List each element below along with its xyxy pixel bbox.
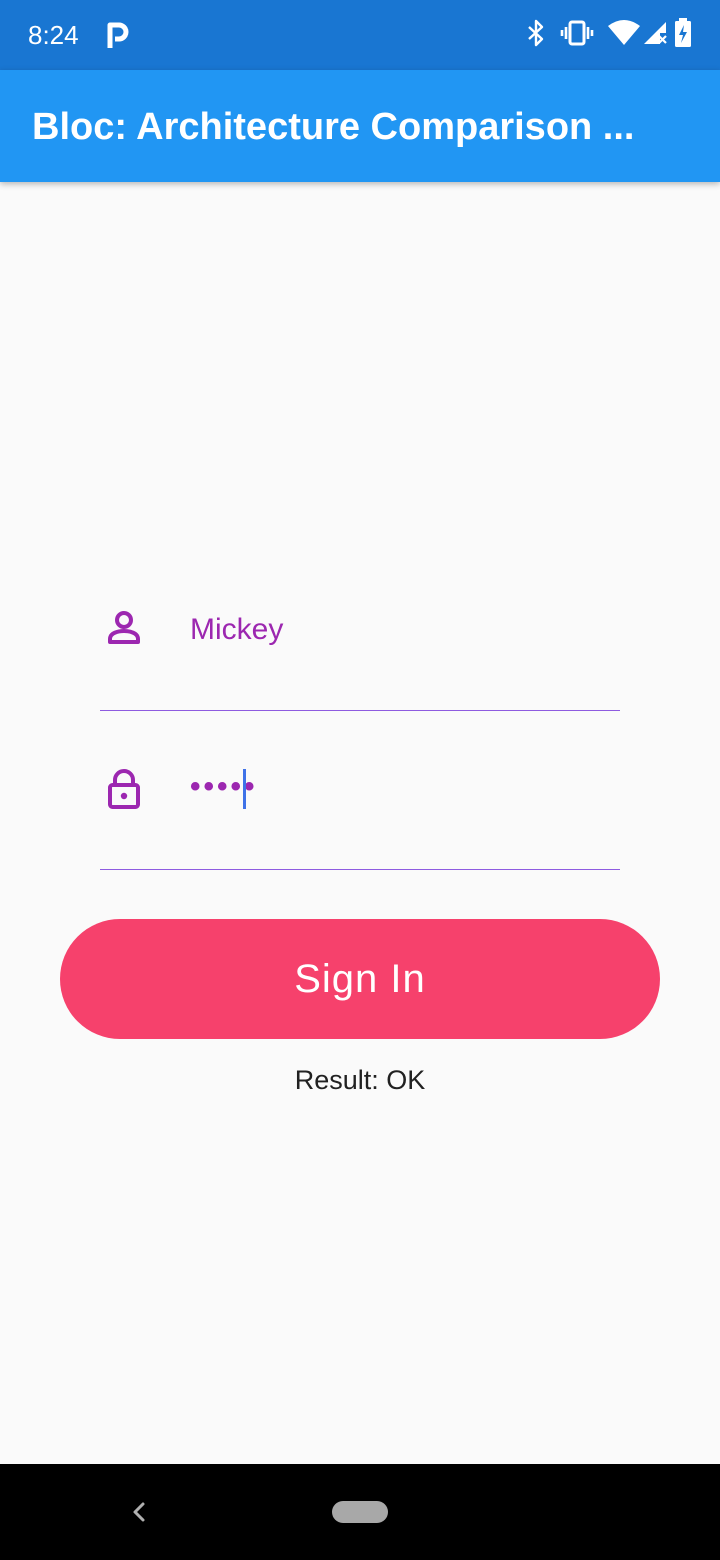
lock-icon: [108, 769, 140, 809]
back-icon[interactable]: [126, 1498, 152, 1526]
username-input[interactable]: Mickey: [190, 610, 283, 650]
bluetooth-icon: [526, 19, 546, 52]
status-icons: [512, 17, 692, 53]
wifi-icon: [608, 19, 640, 51]
password-field[interactable]: •••••: [100, 769, 620, 870]
page-title: Bloc: Architecture Comparison ...: [32, 106, 635, 148]
username-field[interactable]: Mickey: [100, 610, 620, 711]
signal-icon: [644, 20, 668, 51]
home-pill-icon[interactable]: [332, 1501, 388, 1523]
person-icon: [108, 611, 140, 644]
parking-icon: [107, 22, 129, 48]
battery-charging-icon: [674, 17, 692, 53]
app-bar: Bloc: Architecture Comparison ...: [0, 70, 720, 182]
status-bar: 8:24: [0, 0, 720, 70]
sign-in-button[interactable]: Sign In: [60, 919, 660, 1039]
vibrate-icon: [560, 20, 594, 51]
password-input[interactable]: •••••: [190, 767, 258, 807]
navigation-bar: [0, 1464, 720, 1560]
text-cursor: [243, 769, 246, 809]
status-time: 8:24: [28, 20, 79, 50]
result-text: Result: OK: [294, 1065, 426, 1095]
